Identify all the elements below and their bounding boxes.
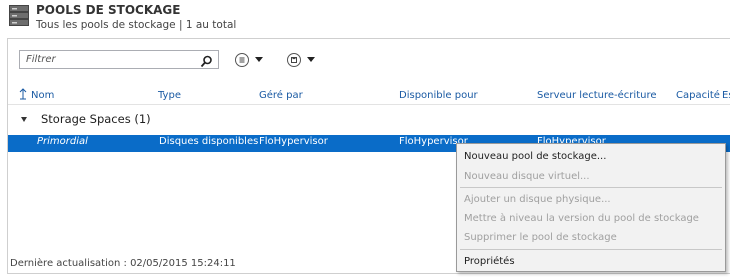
cell-name: Primordial	[37, 136, 88, 147]
storage-pool-icon	[9, 5, 29, 27]
column-header-rw-server[interactable]: Serveur lecture-écriture	[537, 90, 657, 101]
menu-separator	[460, 187, 722, 188]
page-title: POOLS DE STOCKAGE	[36, 3, 181, 17]
column-header-name[interactable]: Nom	[31, 90, 54, 101]
cell-type: Disques disponibles	[159, 136, 259, 147]
menu-item-new-pool[interactable]: Nouveau pool de stockage...	[464, 151, 606, 162]
column-header-type[interactable]: Type	[158, 90, 181, 101]
list-view-icon	[235, 53, 249, 67]
save-view-button[interactable]	[285, 51, 321, 69]
header-divider	[8, 104, 730, 105]
column-header-managed-by[interactable]: Géré par	[259, 90, 303, 101]
list-view-button[interactable]	[233, 51, 269, 69]
menu-item-properties[interactable]: Propriétés	[464, 256, 515, 267]
chevron-down-icon	[255, 57, 263, 62]
column-header-capacity[interactable]: Capacité	[676, 90, 720, 101]
menu-item-new-virtual-disk: Nouveau disque virtuel...	[464, 171, 590, 182]
group-header[interactable]: Storage Spaces (1)	[41, 112, 151, 126]
menu-separator	[460, 249, 722, 250]
menu-item-upgrade-pool: Mettre à niveau la version du pool de st…	[464, 213, 699, 224]
search-icon[interactable]	[200, 53, 213, 68]
save-view-icon	[287, 53, 301, 67]
column-header-state[interactable]: Es	[722, 90, 730, 101]
column-warning-icon[interactable]	[19, 88, 27, 103]
cell-managed-by: FloHypervisor	[259, 136, 328, 147]
menu-item-add-physical-disk: Ajouter un disque physique...	[464, 194, 611, 205]
collapse-caret-icon[interactable]	[21, 117, 27, 122]
page-subtitle: Tous les pools de stockage | 1 au total	[36, 19, 237, 31]
filter-placeholder: Filtrer	[26, 54, 56, 65]
menu-item-delete-pool: Supprimer le pool de stockage	[464, 232, 617, 243]
status-last-refresh: Dernière actualisation : 02/05/2015 15:2…	[10, 258, 236, 269]
filter-input[interactable]: Filtrer	[19, 50, 219, 69]
column-header-available-for[interactable]: Disponible pour	[399, 90, 478, 101]
chevron-down-icon	[307, 57, 315, 62]
context-menu: Nouveau pool de stockage... Nouveau disq…	[456, 143, 726, 272]
